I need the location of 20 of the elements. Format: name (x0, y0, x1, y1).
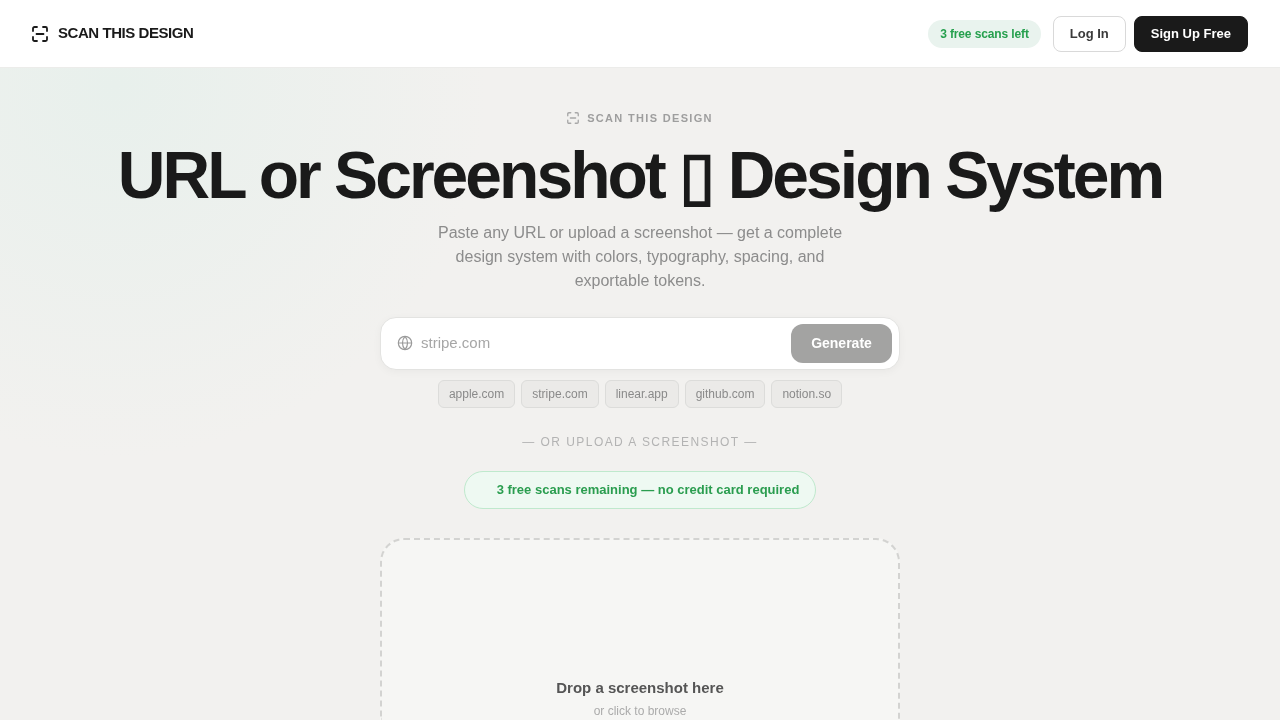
eyebrow-label: SCAN THIS DESIGN (587, 111, 713, 126)
drop-zone-hint: or click to browse (593, 704, 687, 719)
scan-frame-icon (567, 112, 580, 125)
scans-left-badge: 3 free scans left (928, 19, 1041, 48)
globe-icon (397, 335, 413, 351)
scan-frame-icon (32, 25, 48, 42)
screenshot-drop-zone[interactable]: Drop a screenshot here or click to browse (380, 537, 900, 720)
logo-text[interactable]: SCAN THIS DESIGN (58, 22, 194, 45)
upload-divider-label: — OR UPLOAD A SCREENSHOT — (522, 433, 758, 451)
log-in-button[interactable]: Log In (1052, 15, 1126, 52)
suggestion-chip[interactable]: github.com (684, 379, 766, 408)
drop-zone-title: Drop a screenshot here (556, 677, 724, 698)
sign-up-button[interactable]: Sign Up Free (1133, 15, 1248, 52)
suggestion-chip[interactable]: stripe.com (521, 379, 599, 408)
hero-heading: URL or Screenshot ▯ Design System (117, 136, 1163, 213)
hero-subtitle: Paste any URL or upload a screenshot — get a complete design system with colors, typography, spacing, and exportable tokens. (436, 222, 844, 291)
suggestion-chip[interactable]: notion.so (771, 379, 843, 408)
free-scans-notice: 3 free scans remaining — no credit card required (463, 470, 817, 509)
suggestion-chip[interactable]: apple.com (437, 379, 516, 408)
suggestion-chip[interactable]: linear.app (604, 379, 679, 408)
